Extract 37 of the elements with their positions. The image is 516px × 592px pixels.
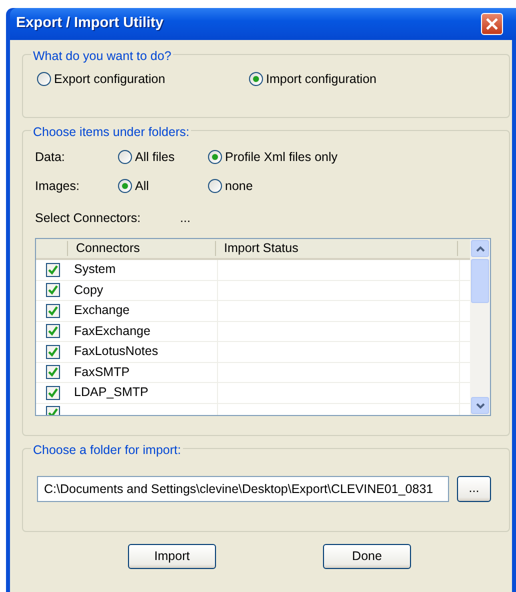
radio-button[interactable]: Profile Xml files only (208, 148, 368, 166)
scrollbar[interactable] (470, 239, 490, 415)
checkbox[interactable] (46, 304, 60, 318)
checkbox[interactable] (46, 386, 60, 400)
browse-button[interactable]: ... (457, 476, 491, 502)
connector-name: Copy (74, 282, 104, 299)
group-title: What do you want to do? (31, 49, 174, 64)
connector-name: Exchange (74, 302, 130, 320)
connector-name: FaxExchange (74, 322, 150, 340)
column-header: Import Status (216, 241, 458, 256)
radio-button[interactable]: none (208, 176, 368, 196)
connector-name: System (74, 261, 116, 278)
group-title: Choose a folder for import: (31, 443, 183, 458)
checkbox[interactable] (46, 365, 60, 380)
checkbox[interactable] (46, 262, 60, 277)
connector-name: FaxSMTP (74, 364, 130, 381)
field-label: Images: (35, 178, 80, 195)
radio-button[interactable]: All files (118, 148, 208, 166)
connector-name: FaxLotusNotes (74, 343, 158, 360)
column-header: Connectors (68, 241, 216, 256)
field-label: Data: (35, 148, 66, 166)
dialog-button[interactable]: Import (128, 544, 216, 569)
radio-button[interactable]: All (118, 176, 208, 196)
connectors-value: ... (180, 210, 190, 228)
radio-button[interactable]: Export configuration (37, 70, 249, 88)
radio-button[interactable]: Import configuration (249, 70, 429, 88)
path-field[interactable]: C:\Documents and Settings\clevine\Desktop\Export\CLEVINE01_0831 (37, 476, 449, 502)
connector-name: LDAP_SMTP (74, 384, 148, 402)
field-label: Select Connectors: (35, 210, 142, 228)
close-icon (485, 17, 499, 31)
dialog-button[interactable]: Done (323, 544, 411, 569)
checkbox[interactable] (46, 283, 60, 298)
scrollbar-thumb[interactable] (471, 259, 489, 303)
window-title: Export / Import Utility (16, 14, 164, 34)
checkbox[interactable] (46, 344, 60, 359)
checkbox[interactable] (46, 324, 60, 338)
close-button[interactable] (481, 13, 503, 35)
